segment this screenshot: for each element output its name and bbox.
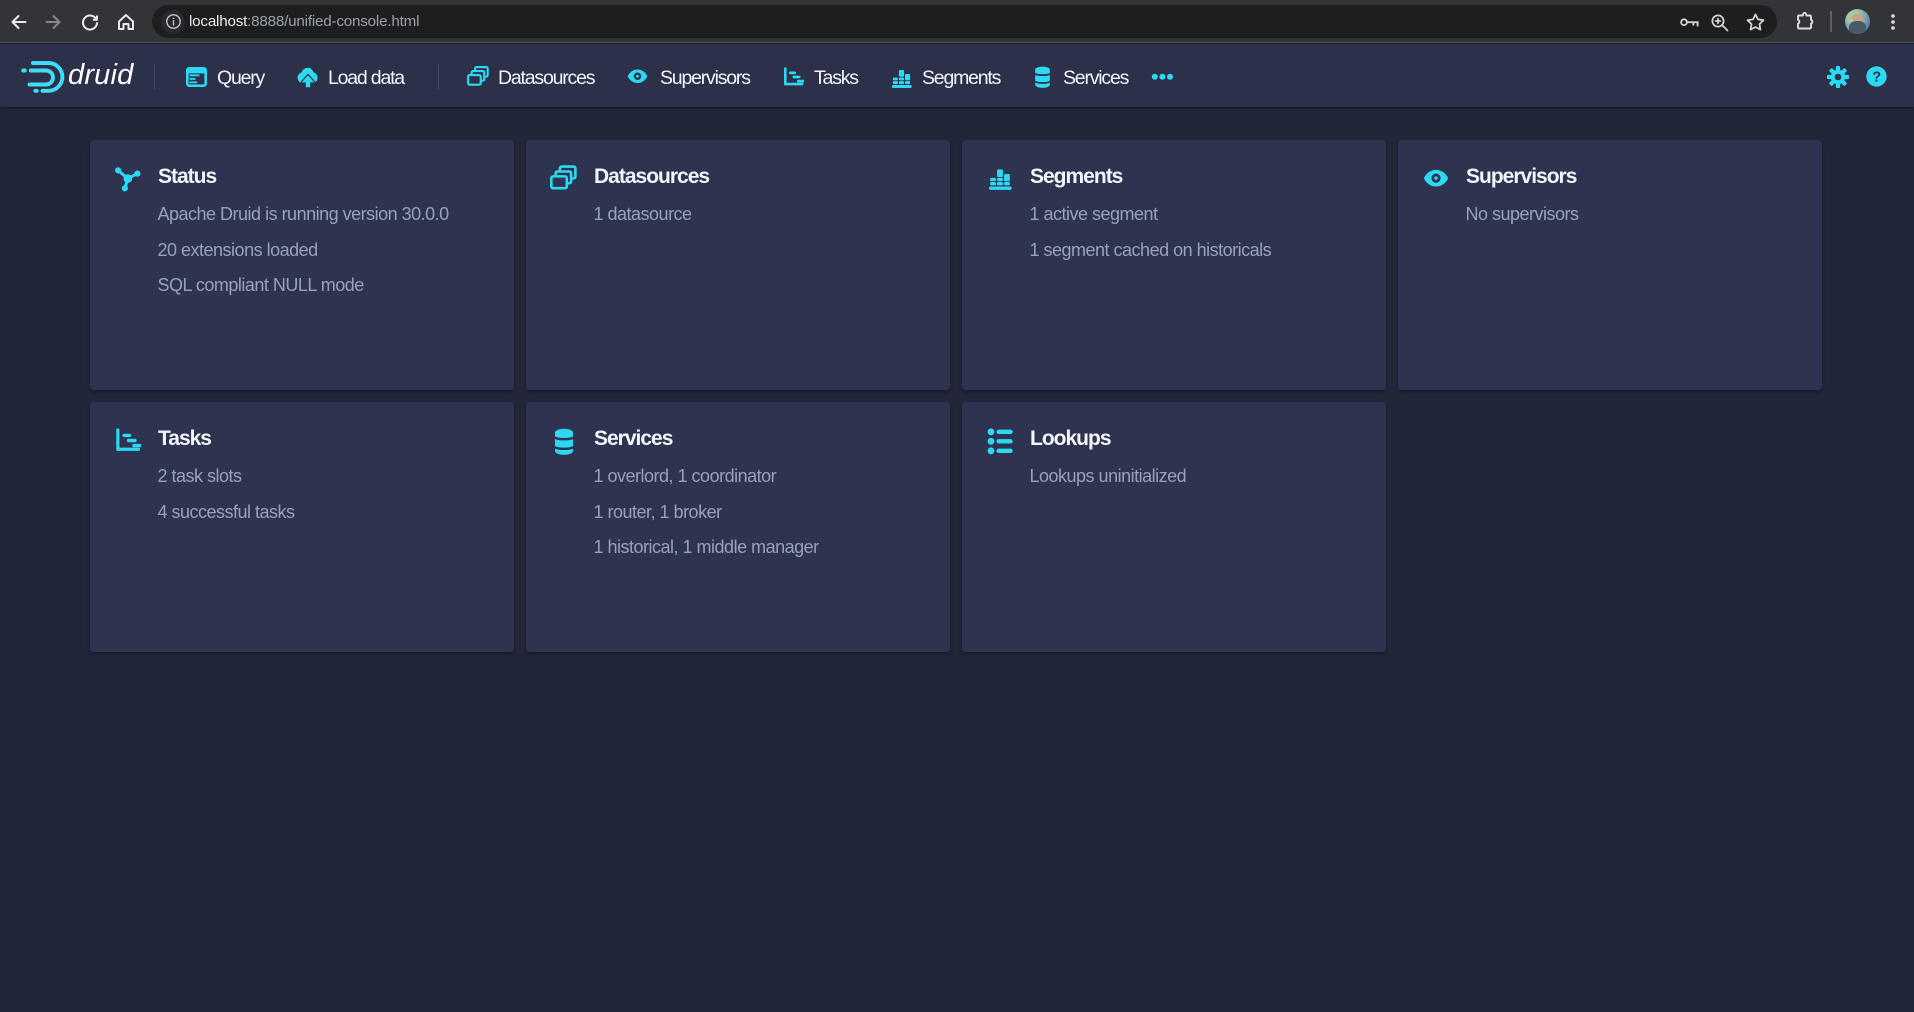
svg-text:?: ? bbox=[1872, 70, 1881, 86]
